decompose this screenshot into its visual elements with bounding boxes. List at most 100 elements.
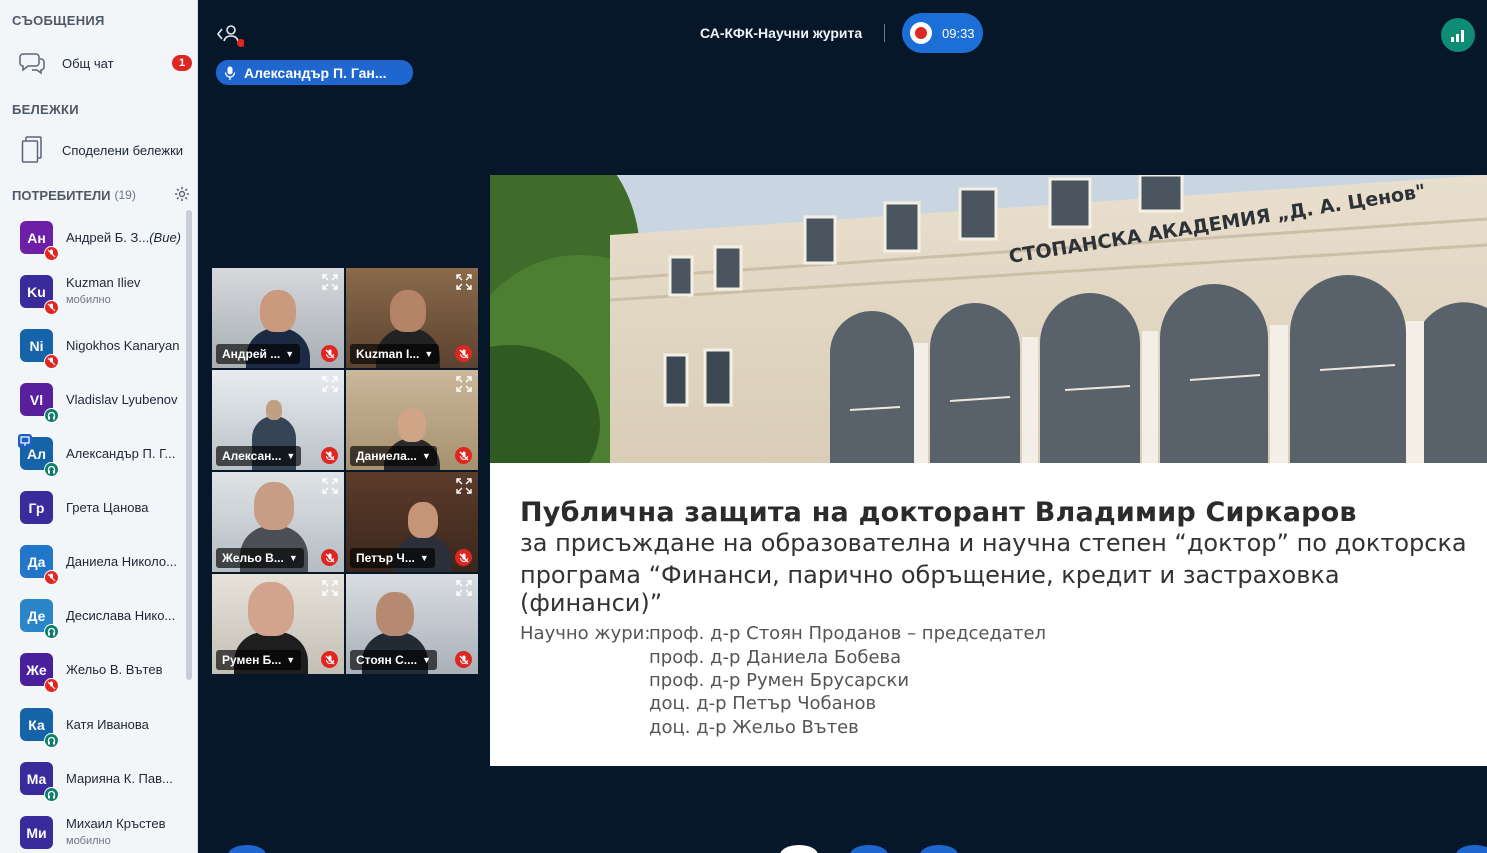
user-list-item[interactable]: Да Даниела Николо... <box>0 535 190 589</box>
video-tile[interactable]: Петър Ч... ▼ <box>346 472 478 572</box>
user-device: мобилно <box>66 294 111 306</box>
bottom-action-button[interactable] <box>920 845 958 853</box>
presentation-slide[interactable]: СТОПАНСКА АКАДЕМИЯ „Д. А. Ценов" Публичн… <box>490 175 1487 766</box>
video-name: Андрей ... <box>222 347 281 361</box>
user-list-item[interactable]: Ал Александър П. Г... <box>0 427 190 481</box>
fullscreen-icon[interactable] <box>321 375 339 393</box>
user-list-item[interactable]: Ми Михаил Кръстев мобилно <box>0 806 190 853</box>
user-name-text: Жельо В. Вътев <box>66 662 163 677</box>
headphones-icon <box>44 733 59 748</box>
video-tile[interactable]: Жельо В... ▼ <box>212 472 344 572</box>
connection-status-button[interactable] <box>1441 18 1475 52</box>
jury-member: проф. д-р Даниела Бобева <box>649 647 902 668</box>
user-name-text: Андрей Б. З... <box>66 230 150 245</box>
jury-member: проф. д-р Румен Брусарски <box>649 670 910 691</box>
chevron-down-icon: ▼ <box>285 349 295 359</box>
video-name-dropdown[interactable]: Даниела... ▼ <box>350 446 437 466</box>
video-name-dropdown[interactable]: Петър Ч... ▼ <box>350 548 435 568</box>
room-title: СА-КФК-Научни журита <box>700 25 863 41</box>
user-name: Марияна К. Пав... <box>66 771 188 786</box>
bottom-action-button[interactable] <box>1456 845 1487 853</box>
fullscreen-icon[interactable] <box>455 579 473 597</box>
muted-mic-icon <box>455 549 472 566</box>
video-tile[interactable]: Алексан... ▼ <box>212 370 344 470</box>
slide-subtitle-line1: за присъждане на образователна и научна … <box>520 529 1467 557</box>
building-photo: СТОПАНСКА АКАДЕМИЯ „Д. А. Ценов" <box>490 175 1487 463</box>
user-name: Андрей Б. З...(Вие) <box>66 230 188 245</box>
user-name: Катя Иванова <box>66 717 188 732</box>
bottom-action-button[interactable] <box>780 845 818 853</box>
fullscreen-icon[interactable] <box>455 477 473 495</box>
video-name-dropdown[interactable]: Стоян С.... ▼ <box>350 650 438 670</box>
headphones-icon <box>44 787 59 802</box>
avatar: Ми <box>20 816 53 849</box>
user-list-item[interactable]: Гр Грета Цанова <box>0 481 190 535</box>
user-name: Nigokhos Kanaryan <box>66 338 188 353</box>
shared-notes-item[interactable]: Споделени бележки <box>0 130 197 170</box>
muted-mic-icon <box>321 549 338 566</box>
participant-head <box>248 582 294 636</box>
muted-mic-icon <box>44 300 59 315</box>
user-list-item[interactable]: Vl Vladislav Lyubenov <box>0 373 190 427</box>
muted-mic-icon <box>44 570 59 585</box>
video-name: Румен Б... <box>222 653 282 667</box>
user-list-item[interactable]: Ni Nigokhos Kanaryan <box>0 319 190 373</box>
participant-head <box>254 482 294 530</box>
chevron-down-icon: ▼ <box>419 553 429 563</box>
fullscreen-icon[interactable] <box>321 273 339 291</box>
microphone-icon <box>224 66 236 80</box>
public-chat-item[interactable]: Общ чат 1 <box>0 43 197 83</box>
headphones-icon <box>44 408 59 423</box>
user-list-item[interactable]: Ка Катя Иванова <box>0 698 190 752</box>
fullscreen-icon[interactable] <box>455 375 473 393</box>
user-name-text: Александър П. Г... <box>66 446 176 461</box>
gear-icon[interactable] <box>174 186 190 202</box>
user-name: Vladislav Lyubenov <box>66 392 188 407</box>
user-name: Даниела Николо... <box>66 554 188 569</box>
user-name: Грета Цанова <box>66 500 188 515</box>
muted-mic-icon <box>44 354 59 369</box>
user-list-item[interactable]: Ku Kuzman Iliev мобилно <box>0 265 190 319</box>
user-list-item[interactable]: Де Десислава Нико... <box>0 589 190 643</box>
video-name-dropdown[interactable]: Алексан... ▼ <box>216 446 302 466</box>
user-list-item[interactable]: Ма Марияна К. Пав... <box>0 752 190 806</box>
fullscreen-icon[interactable] <box>321 477 339 495</box>
video-tile[interactable]: Стоян С.... ▼ <box>346 574 478 674</box>
talking-indicator[interactable]: Александър П. Ган... <box>216 60 413 85</box>
video-tile[interactable]: Румен Б... ▼ <box>212 574 344 674</box>
video-name-dropdown[interactable]: Жельо В... ▼ <box>216 548 304 568</box>
video-name-dropdown[interactable]: Андрей ... ▼ <box>216 344 301 364</box>
user-name: Десислава Нико... <box>66 608 188 623</box>
record-icon <box>910 22 932 44</box>
bottom-action-button[interactable] <box>850 845 888 853</box>
participant-head <box>398 408 426 442</box>
video-tile[interactable]: Kuzman I... ▼ <box>346 268 478 368</box>
user-name-text: Катя Иванова <box>66 717 149 732</box>
video-tile[interactable]: Андрей ... ▼ <box>212 268 344 368</box>
headphones-icon <box>44 462 59 477</box>
participant-head <box>260 290 296 332</box>
video-tile[interactable]: Даниела... ▼ <box>346 370 478 470</box>
user-list-item[interactable]: Ан Андрей Б. З...(Вие) <box>0 211 190 265</box>
recording-time: 09:33 <box>942 25 975 41</box>
recording-button[interactable]: 09:33 <box>902 13 983 53</box>
fullscreen-icon[interactable] <box>455 273 473 291</box>
muted-mic-icon <box>455 447 472 464</box>
slide-subtitle-line2: програма “Финанси, парично обръщение, кр… <box>520 561 1340 617</box>
user-name-text: Марияна К. Пав... <box>66 771 173 786</box>
user-name: Kuzman Iliev <box>66 275 188 290</box>
fullscreen-icon[interactable] <box>321 579 339 597</box>
messages-section-title: СЪОБЩЕНИЯ <box>12 13 105 28</box>
muted-mic-icon <box>44 246 59 261</box>
shared-notes-label: Споделени бележки <box>62 142 184 158</box>
bottom-action-button[interactable] <box>228 845 266 853</box>
user-list-item[interactable]: Же Жельо В. Вътев <box>0 643 190 697</box>
title-separator <box>884 24 885 42</box>
chevron-down-icon: ▼ <box>288 553 298 563</box>
user-name-text: Грета Цанова <box>66 500 149 515</box>
video-name-dropdown[interactable]: Kuzman I... ▼ <box>350 344 440 364</box>
muted-mic-icon <box>321 345 338 362</box>
toggle-users-button[interactable] <box>214 22 245 48</box>
chat-icon <box>18 49 46 77</box>
video-name-dropdown[interactable]: Румен Б... ▼ <box>216 650 302 670</box>
